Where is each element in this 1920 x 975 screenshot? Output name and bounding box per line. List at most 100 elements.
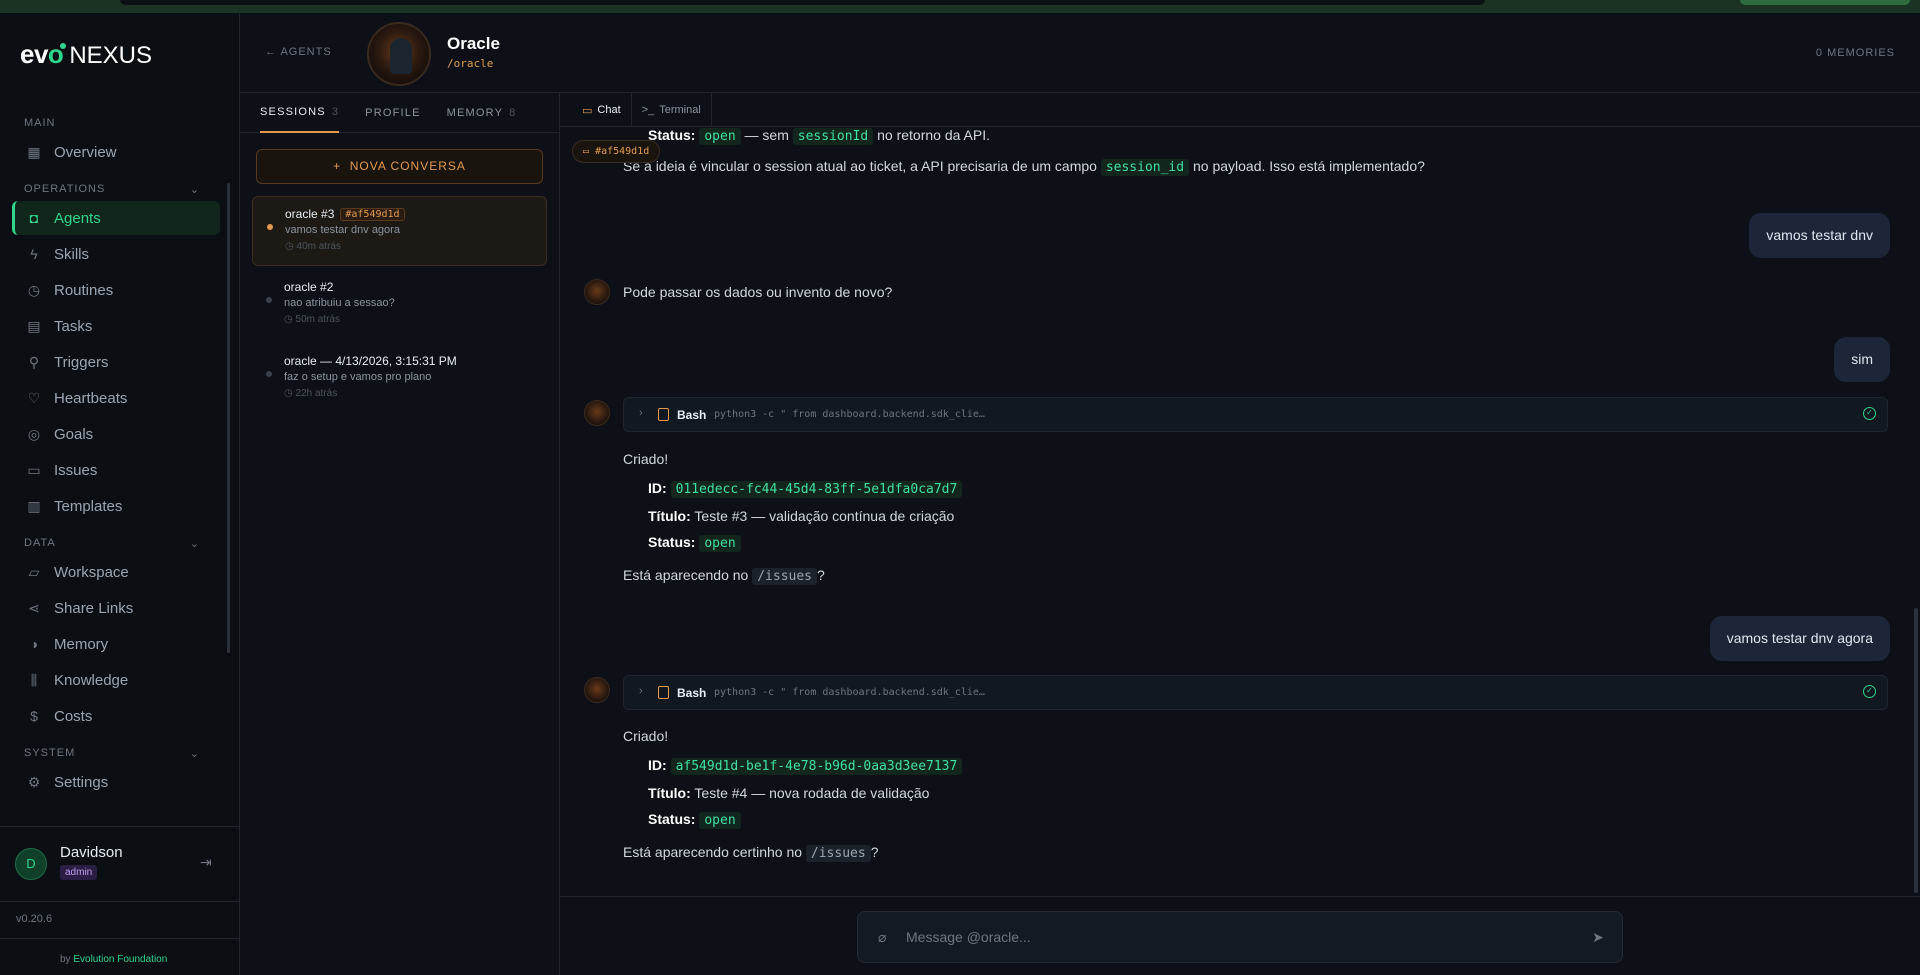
created-title: Título: Teste #3 — validação contínua de…: [648, 508, 955, 524]
chat-area: ▭ Chat >_ Terminal Status: open — sem sess…: [560, 93, 1920, 975]
created-status: Status: open: [648, 811, 741, 829]
chevron-down-icon: ⌄: [189, 537, 200, 550]
assistant-text: Está aparecendo no /issues?: [623, 567, 825, 585]
message-icon: ▭: [582, 104, 593, 117]
created-id: ID: 011edecc-fc44-45d4-83ff-5e1dfa0ca7d7: [648, 480, 963, 498]
user-message: vamos testar dnv: [1749, 213, 1890, 258]
chat-tabs: ▭ Chat >_ Terminal: [560, 93, 1920, 127]
sidebar-item-share-links[interactable]: ⋖ Share Links: [12, 591, 220, 625]
clock-icon: ◷: [284, 388, 293, 399]
send-icon[interactable]: ➤: [1582, 921, 1614, 953]
user-message: sim: [1834, 337, 1890, 382]
sessions-panel: SESSIONS 3 PROFILE MEMORY 8 + NOVA CONVERS…: [240, 93, 560, 975]
sidebar-item-costs[interactable]: $ Costs: [12, 699, 220, 733]
org-link[interactable]: Evolution Foundation: [73, 954, 167, 965]
folder-icon: ▱: [28, 564, 40, 580]
message-list[interactable]: Status: open — sem sessionId no retorno …: [560, 127, 1920, 889]
chevron-down-icon: ⌄: [189, 183, 200, 196]
section-operations[interactable]: OPERATIONS ⌄: [0, 179, 232, 199]
layout-icon: ▥: [27, 498, 41, 514]
chat-scrollbar[interactable]: [1914, 608, 1918, 893]
sidebar-item-skills[interactable]: ϟ Skills: [12, 237, 220, 271]
created-title: Título: Teste #4 — nova rodada de valida…: [648, 785, 930, 801]
browser-top-strip: [0, 0, 1920, 13]
sidebar-item-issues[interactable]: ▭ Issues: [12, 453, 220, 487]
agent-slug: /oracle: [447, 57, 494, 70]
app-logo[interactable]: evo NEXUS: [20, 39, 152, 70]
user-card: D Davidson admin ⇥: [0, 826, 240, 901]
assistant-text: Status: open — sem sessionId no retorno …: [648, 127, 990, 145]
back-link[interactable]: ← AGENTS: [265, 46, 332, 58]
chevron-right-icon: ›: [639, 685, 643, 697]
status-dot: [267, 224, 273, 230]
section-data[interactable]: DATA ⌄: [0, 533, 232, 553]
sidebar: evo NEXUS MAIN ▦ Overview OPERATIONS ⌄ ◘ Age…: [0, 13, 240, 975]
gear-icon: ⚙: [27, 774, 41, 790]
message-input[interactable]: Message @oracle...: [906, 929, 1031, 945]
role-badge: admin: [60, 865, 98, 880]
sidebar-item-overview[interactable]: ▦ Overview: [12, 135, 220, 169]
sidebar-item-triggers[interactable]: ⚲ Triggers: [12, 345, 220, 379]
agent-name: Oracle: [447, 34, 500, 53]
tab-profile[interactable]: PROFILE: [365, 93, 420, 133]
sidebar-item-goals[interactable]: ◎ Goals: [12, 417, 220, 451]
file-icon: [658, 686, 669, 699]
sidebar-scrollbar[interactable]: [227, 183, 230, 653]
user-name: Davidson: [60, 844, 123, 861]
memories-count: 0 MEMORIES: [1815, 47, 1895, 59]
sidebar-item-routines[interactable]: ◷ Routines: [12, 273, 220, 307]
agent-header: ← AGENTS Oracle /oracle 0 MEMORIES: [240, 13, 1920, 93]
clock-icon: ◷: [285, 241, 294, 252]
section-system[interactable]: SYSTEM ⌄: [0, 743, 232, 763]
session-item[interactable]: oracle — 4/13/2026, 3:15:31 PM faz o set…: [252, 344, 547, 414]
assistant-avatar: [584, 677, 610, 703]
sidebar-item-templates[interactable]: ▥ Templates: [12, 489, 220, 523]
check-circle-icon: ✓: [1863, 685, 1876, 698]
sidebar-item-agents[interactable]: ◘ Agents: [12, 201, 220, 235]
sidebar-item-settings[interactable]: ⚙ Settings: [12, 765, 220, 799]
divider: [560, 896, 1920, 897]
app-version: v0.20.6: [16, 913, 53, 925]
tab-memory[interactable]: MEMORY 8: [447, 93, 517, 133]
tab-terminal[interactable]: >_ Terminal: [632, 93, 712, 127]
brain-icon: ◑: [29, 636, 39, 652]
dollar-icon: $: [30, 708, 38, 724]
new-conversation-button[interactable]: + NOVA CONVERSA: [256, 149, 543, 184]
created-id: ID: af549d1d-be1f-4e78-b96d-0aa3d3ee7137: [648, 757, 963, 775]
assistant-text: Está aparecendo certinho no /issues?: [623, 844, 879, 862]
sidebar-item-workspace[interactable]: ▱ Workspace: [12, 555, 220, 589]
terminal-icon: >_: [641, 104, 655, 116]
session-tag-chip[interactable]: ▭ #af549d1d: [572, 140, 661, 163]
top-strip-accent: [1740, 0, 1910, 5]
sessions-tabs: SESSIONS 3 PROFILE MEMORY 8: [240, 93, 559, 133]
assistant-avatar: [584, 279, 610, 305]
ticket-icon: ▭: [27, 462, 41, 478]
byline: by Evolution Foundation: [60, 954, 168, 965]
session-item[interactable]: oracle #2 nao atribuiu a sessao? ◷ 50m a…: [252, 270, 547, 340]
created-status: Status: open: [648, 534, 741, 552]
logout-icon[interactable]: ⇥: [200, 854, 212, 871]
session-tag: #af549d1d: [340, 207, 405, 221]
ticket-icon: ▭: [583, 146, 590, 157]
webhook-icon: ⚲: [28, 354, 40, 370]
sidebar-item-heartbeats[interactable]: ♡ Heartbeats: [12, 381, 220, 415]
tool-call-bash[interactable]: › Bash python3 -c " from dashboard.backe…: [623, 675, 1888, 710]
status-dot: [266, 297, 272, 303]
chevron-right-icon: ›: [639, 407, 643, 419]
sidebar-item-knowledge[interactable]: ⫼ Knowledge: [12, 663, 220, 697]
divider: [0, 938, 240, 939]
agent-avatar: [367, 22, 431, 86]
sidebar-item-memory[interactable]: ◑ Memory: [12, 627, 220, 661]
paperclip-icon[interactable]: ⌀: [878, 929, 886, 946]
tab-chat[interactable]: ▭ Chat: [572, 93, 632, 127]
user-message: vamos testar dnv agora: [1709, 616, 1890, 661]
avatar[interactable]: D: [15, 848, 47, 880]
session-item[interactable]: oracle #3 #af549d1d vamos testar dnv agor…: [252, 196, 547, 266]
section-main: MAIN: [24, 117, 56, 129]
divider: [0, 901, 240, 902]
tool-call-bash[interactable]: › Bash python3 -c " from dashboard.backe…: [623, 397, 1888, 432]
sidebar-item-tasks[interactable]: ▤ Tasks: [12, 309, 220, 343]
plus-icon: +: [333, 159, 342, 173]
message-composer[interactable]: ⌀ Message @oracle... ➤: [857, 911, 1623, 963]
tab-sessions[interactable]: SESSIONS 3: [260, 93, 340, 133]
